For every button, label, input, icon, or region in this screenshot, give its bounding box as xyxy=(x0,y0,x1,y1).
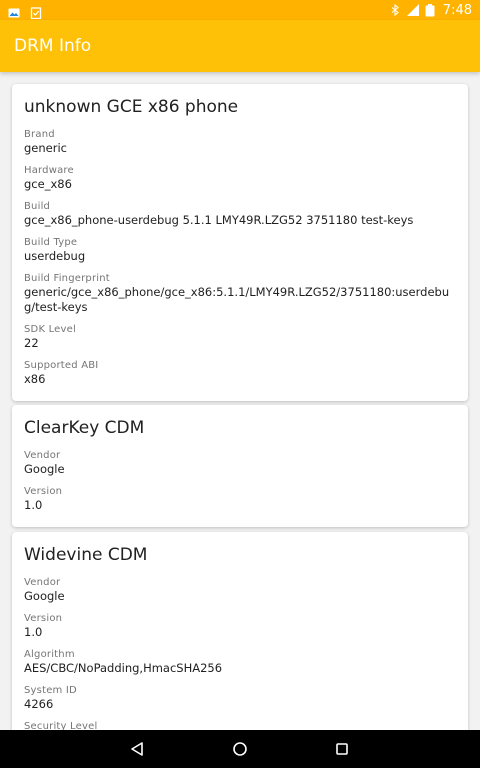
field-brand: Brand generic xyxy=(24,128,456,156)
field-version: Version 1.0 xyxy=(24,485,456,513)
field-label: Security Level xyxy=(24,721,98,730)
card-title: unknown GCE x86 phone xyxy=(24,97,239,117)
app-title: DRM Info xyxy=(14,36,92,56)
device-info-card: unknown GCE x86 phone Brand generic Hard… xyxy=(12,84,468,401)
back-button[interactable] xyxy=(129,740,147,758)
field-label: SDK Level xyxy=(24,324,76,335)
field-value: 4266 xyxy=(24,697,54,711)
field-label: Version xyxy=(24,613,63,624)
photo-notification-icon xyxy=(8,4,20,18)
signal-lte-icon xyxy=(406,4,419,16)
battery-icon xyxy=(425,4,437,17)
field-label: Vendor xyxy=(24,450,61,461)
recents-square-icon xyxy=(336,743,348,755)
status-time: 7:48 xyxy=(442,2,472,18)
field-build-fingerprint: Build Fingerprint generic/gce_x86_phone/… xyxy=(24,272,456,315)
field-build: Build gce_x86_phone-userdebug 5.1.1 LMY4… xyxy=(24,200,456,228)
field-value: 1.0 xyxy=(24,625,43,639)
home-button[interactable] xyxy=(231,740,249,758)
field-vendor: Vendor Google xyxy=(24,449,456,477)
bluetooth-icon xyxy=(389,3,401,17)
field-value: Google xyxy=(24,589,65,603)
field-algorithm: Algorithm AES/CBC/NoPadding,HmacSHA256 xyxy=(24,648,456,676)
clipboard-check-icon xyxy=(30,4,42,20)
card-title: ClearKey CDM xyxy=(24,418,145,438)
clearkey-cdm-card: ClearKey CDM Vendor Google Version 1.0 xyxy=(12,405,468,527)
field-label: Brand xyxy=(24,129,55,140)
home-circle-icon xyxy=(233,742,247,756)
field-value: 22 xyxy=(24,336,39,350)
widevine-cdm-card: Widevine CDM Vendor Google Version 1.0 A… xyxy=(12,532,468,730)
back-triangle-icon xyxy=(131,742,143,756)
field-label: Vendor xyxy=(24,577,61,588)
field-build-type: Build Type userdebug xyxy=(24,236,456,264)
navigation-bar xyxy=(0,730,480,768)
field-value: AES/CBC/NoPadding,HmacSHA256 xyxy=(24,661,223,675)
field-label: Algorithm xyxy=(24,649,75,660)
app-bar: DRM Info xyxy=(0,20,480,72)
field-security-level: Security Level xyxy=(24,720,456,730)
card-title: Widevine CDM xyxy=(24,545,148,565)
recents-button[interactable] xyxy=(333,740,351,758)
field-version: Version 1.0 xyxy=(24,612,456,640)
field-label: Build xyxy=(24,201,51,212)
field-vendor: Vendor Google xyxy=(24,576,456,604)
field-value: x86 xyxy=(24,372,46,386)
field-label: Build Fingerprint xyxy=(24,273,110,284)
field-value: gce_x86 xyxy=(24,177,72,191)
content-scroll-area[interactable]: unknown GCE x86 phone Brand generic Hard… xyxy=(0,72,480,730)
field-label: Version xyxy=(24,486,63,497)
field-hardware: Hardware gce_x86 xyxy=(24,164,456,192)
field-label: Hardware xyxy=(24,165,74,176)
field-value: userdebug xyxy=(24,249,86,263)
field-value: generic/gce_x86_phone/gce_x86:5.1.1/LMY4… xyxy=(24,285,450,314)
field-label: Build Type xyxy=(24,237,78,248)
field-system-id: System ID 4266 xyxy=(24,684,456,712)
field-value: generic xyxy=(24,141,67,155)
field-value: 1.0 xyxy=(24,498,43,512)
field-label: System ID xyxy=(24,685,77,696)
field-label: Supported ABI xyxy=(24,360,99,371)
field-value: Google xyxy=(24,462,65,476)
field-supported-abi: Supported ABI x86 xyxy=(24,359,456,387)
field-sdk-level: SDK Level 22 xyxy=(24,323,456,351)
field-value: gce_x86_phone-userdebug 5.1.1 LMY49R.LZG… xyxy=(24,213,414,227)
status-bar: 7:48 xyxy=(0,0,480,20)
